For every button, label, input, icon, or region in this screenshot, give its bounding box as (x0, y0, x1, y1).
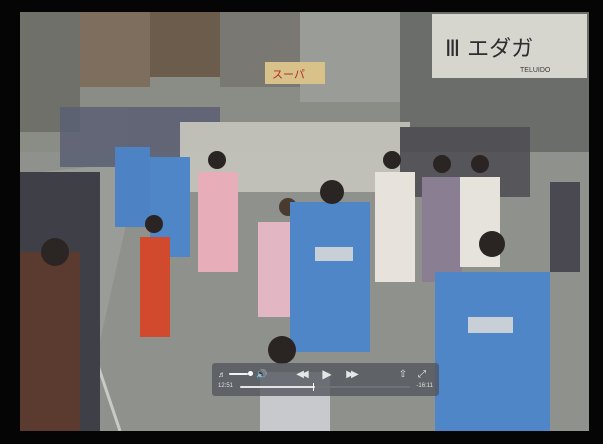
video-player[interactable]: Ⅲ エダガ TELUIDO スーパ ♬ 🔊 ◀◀ ▶ ▶▶ ⇧ ⤢ 12:51 … (0, 0, 603, 444)
scrubber-bar[interactable] (240, 386, 410, 388)
sign-right-bottom: TELUIDO (520, 67, 551, 74)
fast-forward-icon[interactable]: ▶▶ (344, 368, 358, 380)
speaker-low-icon[interactable]: ♬ (217, 369, 227, 379)
rewind-icon[interactable]: ◀◀ (294, 368, 308, 380)
scrubber-fill (240, 386, 315, 388)
volume-knob[interactable] (248, 371, 253, 376)
play-icon[interactable]: ▶ (320, 367, 334, 381)
remaining-time: -16:11 (416, 383, 433, 389)
playhead[interactable] (313, 383, 314, 391)
elapsed-time: 12:51 (218, 383, 234, 389)
sign-center: スーパ (272, 68, 305, 81)
fullscreen-icon[interactable]: ⤢ (416, 368, 428, 380)
speaker-high-icon[interactable]: 🔊 (256, 368, 268, 380)
share-icon[interactable]: ⇧ (398, 368, 408, 380)
volume-fill (229, 373, 249, 375)
sign-right-top: Ⅲ エダガ (445, 37, 533, 62)
playback-controls: ♬ 🔊 ◀◀ ▶ ▶▶ ⇧ ⤢ 12:51 -16:11 (212, 363, 439, 396)
video-frame[interactable]: Ⅲ エダガ TELUIDO スーパ ♬ 🔊 ◀◀ ▶ ▶▶ ⇧ ⤢ 12:51 … (20, 12, 589, 431)
